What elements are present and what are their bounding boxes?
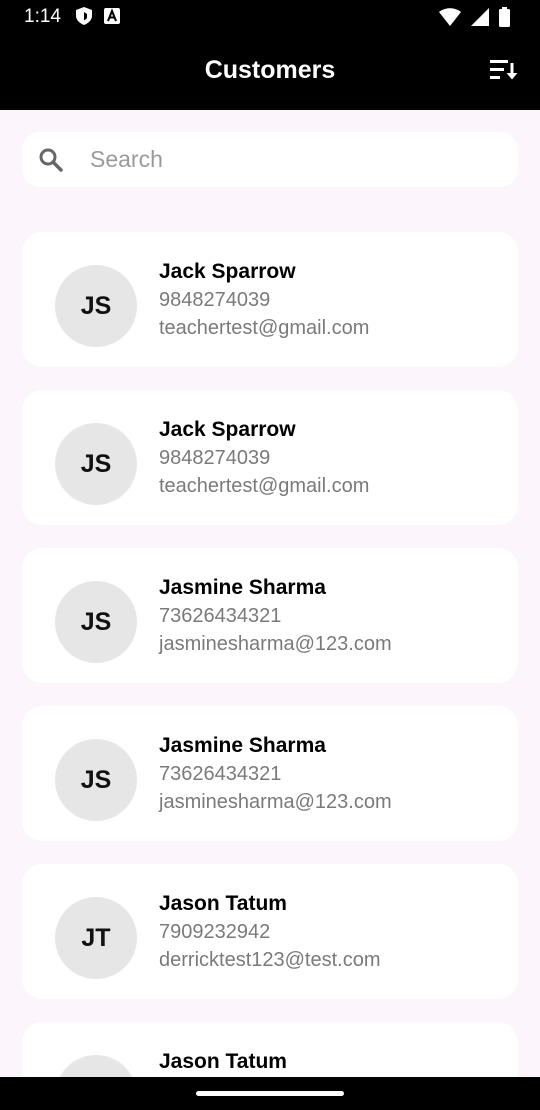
search-icon — [36, 145, 66, 175]
status-bar: 1:14 — [0, 0, 540, 34]
customer-info: Jack Sparrow 9848274039 teachertest@gmai… — [159, 416, 369, 500]
customer-phone: 73626434321 — [159, 605, 282, 627]
customer-name: Jasmine Sharma — [159, 576, 326, 599]
avatar: JS — [55, 265, 137, 347]
customer-list: JS Jack Sparrow 9848274039 teachertest@g… — [22, 232, 518, 1110]
sort-icon — [490, 59, 518, 86]
customer-phone: 73626434321 — [159, 763, 282, 785]
customer-name: Jasmine Sharma — [159, 734, 326, 757]
home-indicator[interactable] — [196, 1091, 344, 1096]
wifi-icon — [439, 8, 461, 31]
customer-phone: 9848274039 — [159, 289, 271, 311]
customer-email: teachertest@gmail.com — [159, 317, 370, 339]
customer-card[interactable]: JS Jasmine Sharma 73626434321 jasminesha… — [22, 706, 518, 841]
customer-card[interactable]: JS Jack Sparrow 9848274039 teachertest@g… — [22, 232, 518, 367]
shield-icon — [76, 7, 92, 30]
customer-card[interactable]: JT Jason Tatum 7909232942 derricktest123… — [22, 864, 518, 999]
avatar: JS — [55, 423, 137, 505]
customer-email: jasminesharma@123.com — [159, 791, 392, 813]
customer-name: Jack Sparrow — [159, 418, 296, 441]
avatar: JS — [55, 739, 137, 821]
customer-name: Jack Sparrow — [159, 260, 296, 283]
customer-email: derricktest123@test.com — [159, 949, 381, 971]
signal-icon — [471, 8, 489, 31]
sort-button[interactable] — [488, 56, 520, 88]
customer-info: Jack Sparrow 9848274039 teachertest@gmai… — [159, 258, 369, 342]
search-bar[interactable] — [22, 132, 518, 187]
customer-info: Jasmine Sharma 73626434321 jasminesharma… — [159, 574, 392, 658]
a-badge-icon — [104, 8, 120, 29]
customer-name: Jason Tatum — [159, 1050, 287, 1073]
customer-info: Jason Tatum — [159, 1048, 287, 1076]
customer-info: Jason Tatum 7909232942 derricktest123@te… — [159, 890, 381, 974]
status-right-icons — [439, 7, 510, 32]
avatar: JT — [55, 897, 137, 979]
customer-info: Jasmine Sharma 73626434321 jasminesharma… — [159, 732, 392, 816]
status-left-icons — [76, 7, 120, 30]
customer-card[interactable]: JS Jack Sparrow 9848274039 teachertest@g… — [22, 390, 518, 525]
customer-email: teachertest@gmail.com — [159, 475, 370, 497]
customer-name: Jason Tatum — [159, 892, 287, 915]
search-input[interactable] — [88, 145, 492, 174]
customer-card[interactable]: JS Jasmine Sharma 73626434321 jasminesha… — [22, 548, 518, 683]
customer-email: jasminesharma@123.com — [159, 633, 392, 655]
customer-phone: 7909232942 — [159, 921, 271, 943]
app-bar: Customers — [0, 34, 540, 110]
battery-icon — [499, 7, 510, 32]
page-title: Customers — [204, 56, 336, 84]
navigation-bar — [0, 1077, 540, 1110]
avatar: JS — [55, 581, 137, 663]
status-time: 1:14 — [24, 6, 61, 27]
customer-phone: 9848274039 — [159, 447, 271, 469]
